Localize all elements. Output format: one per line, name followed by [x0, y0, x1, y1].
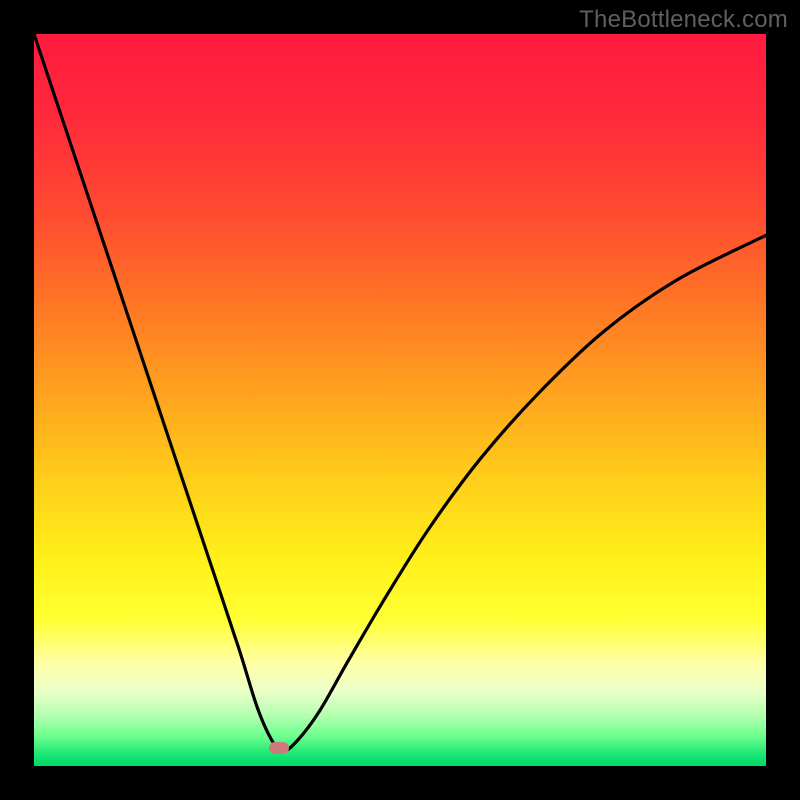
watermark-text: TheBottleneck.com: [579, 6, 788, 34]
plot-area: [34, 34, 766, 766]
optimal-point-marker: [269, 742, 289, 754]
bottleneck-curve: [34, 34, 766, 766]
chart-frame: TheBottleneck.com: [0, 0, 800, 800]
